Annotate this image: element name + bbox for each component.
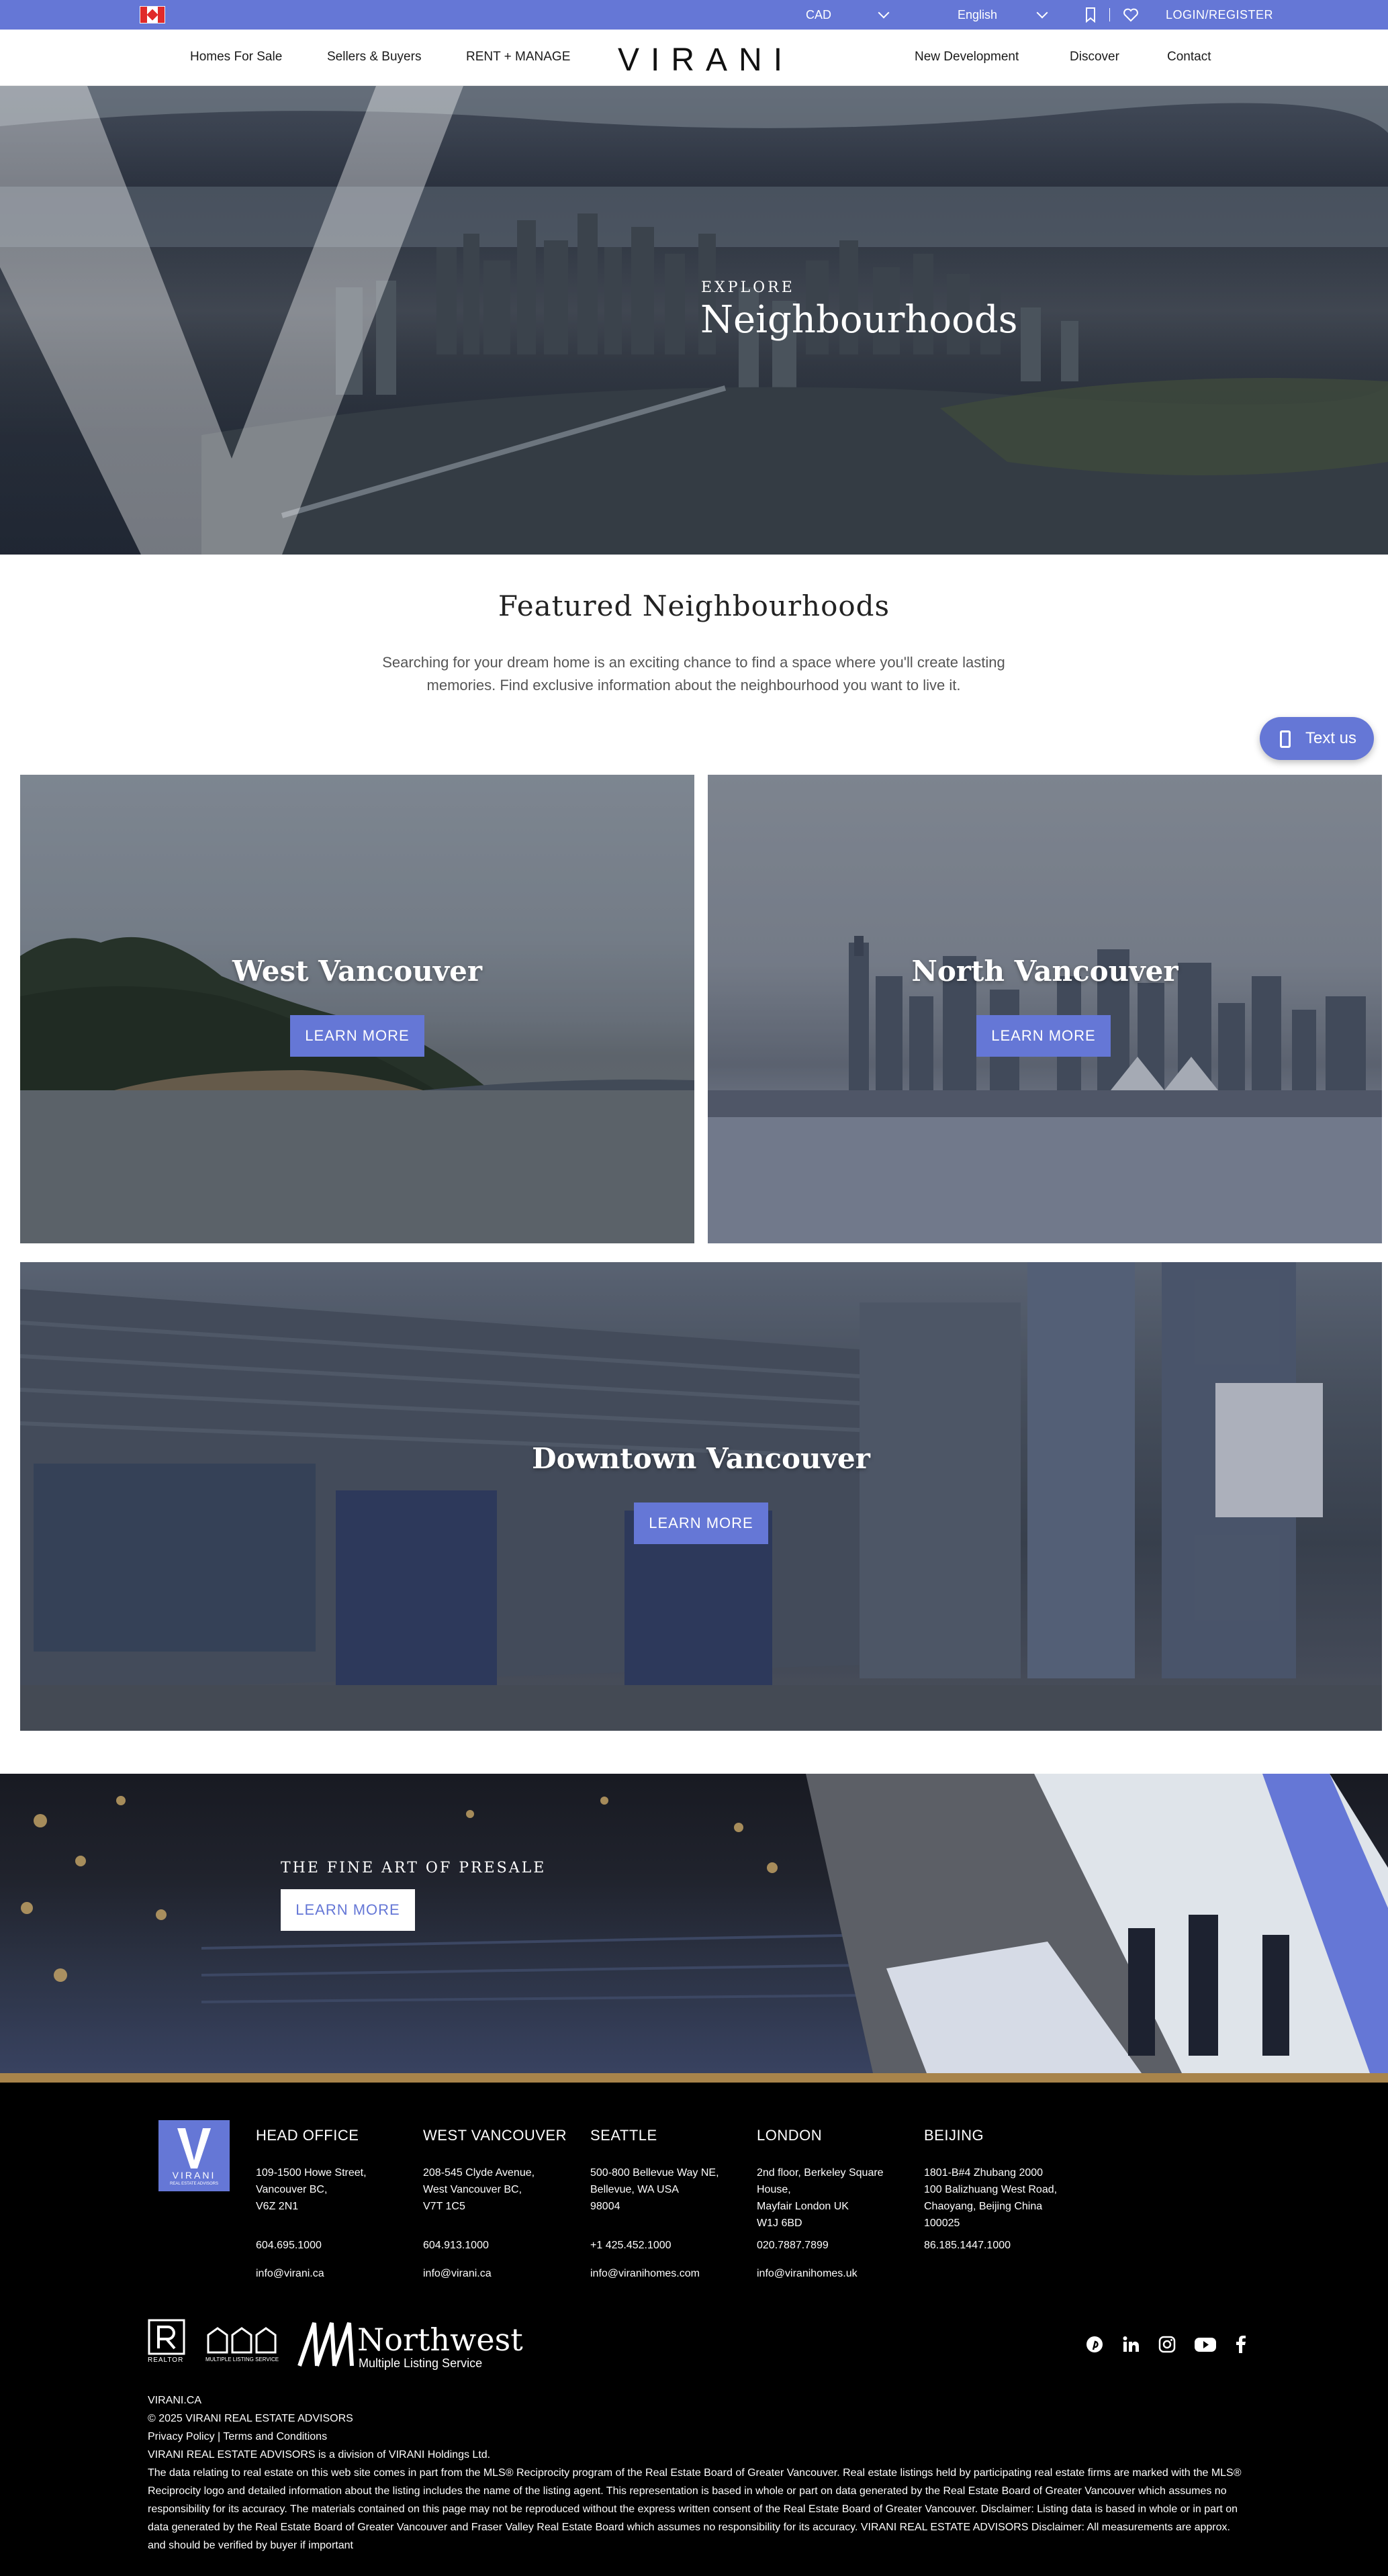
office-address: 208-545 Clyde Avenue, West Vancouver BC, V… xyxy=(423,2167,535,2212)
office-head: HEAD OFFICE 109-1500 Howe Street, Vancouv… xyxy=(256,2127,404,2280)
v-brand-graphic xyxy=(0,86,463,555)
office-email[interactable]: info@viranihomes.uk xyxy=(757,2268,905,2280)
office-title: WEST VANCOUVER xyxy=(423,2127,567,2144)
learn-more-button[interactable]: LEARN MORE xyxy=(290,1015,424,1057)
presale-image xyxy=(21,1774,1388,2073)
division-note: VIRANI REAL ESTATE ADVISORS is a divisio… xyxy=(148,2449,491,2461)
youtube-icon[interactable] xyxy=(1194,2335,1217,2354)
featured-title: Featured Neighbourhoods xyxy=(498,589,890,622)
mls-disclaimer: The data relating to real estate on this… xyxy=(148,2467,1242,2551)
presale-eyebrow: THE FINE ART OF PRESALE xyxy=(281,1860,547,1876)
northwest-mls-icon xyxy=(297,2322,354,2367)
office-title: LONDON xyxy=(757,2127,823,2144)
privacy-terms-links[interactable]: Privacy Policy | Terms and Conditions xyxy=(148,2428,1249,2446)
tile-title: West Vancouver xyxy=(232,955,482,988)
chevron-down-icon xyxy=(878,7,890,19)
tile-west-vancouver[interactable]: West Vancouver LEARN MORE xyxy=(20,775,694,1243)
office-phone[interactable]: 604.695.1000 xyxy=(256,2240,404,2252)
office-email[interactable]: info@viranihomes.com xyxy=(590,2268,738,2280)
pinterest-icon[interactable] xyxy=(1085,2335,1104,2354)
mls-label: MULTIPLE LISTING SERVICE xyxy=(205,2356,279,2363)
v-logo-icon xyxy=(177,2128,211,2168)
tile-downtown-vancouver[interactable]: Downtown Vancouver LEARN MORE xyxy=(20,1262,1382,1731)
learn-more-button[interactable]: LEARN MORE xyxy=(634,1502,768,1544)
footer-logo-sub: REAL ESTATE ADVISORS xyxy=(170,2182,218,2186)
main-nav: Homes For Sale Sellers & Buyers RENT + M… xyxy=(0,30,1388,86)
nav-item-discover[interactable]: Discover xyxy=(1070,50,1119,64)
office-email[interactable]: info@virani.ca xyxy=(256,2268,404,2280)
nav-item-new-development[interactable]: New Development xyxy=(915,50,1019,64)
learn-more-button[interactable]: LEARN MORE xyxy=(976,1015,1111,1057)
nav-item-rent-manage[interactable]: RENT + MANAGE xyxy=(466,50,570,64)
northwest-title: Northwest xyxy=(357,2322,523,2358)
language-value: English xyxy=(958,8,998,21)
bookmark-icon[interactable] xyxy=(1081,5,1100,24)
office-phone[interactable]: 020.7887.7899 xyxy=(757,2240,905,2252)
text-us-button[interactable]: Text us xyxy=(1260,717,1374,760)
language-select[interactable]: English xyxy=(958,6,1052,23)
tile-title: Downtown Vancouver xyxy=(532,1442,870,1475)
footer-logo[interactable]: VIRANI REAL ESTATE ADVISORS xyxy=(158,2120,230,2191)
office-email[interactable]: info@virani.ca xyxy=(423,2268,571,2280)
mls-logo-icon xyxy=(207,2327,277,2354)
canada-flag-icon[interactable] xyxy=(140,6,165,23)
office-title: HEAD OFFICE xyxy=(256,2127,359,2144)
linkedin-icon[interactable] xyxy=(1121,2335,1140,2354)
presale-learn-more-button[interactable]: LEARN MORE xyxy=(281,1889,415,1931)
office-london: LONDON 2nd floor, Berkeley Square House, M… xyxy=(757,2127,905,2280)
office-seattle: SEATTLE 500-800 Bellevue Way NE, Bellevue… xyxy=(590,2127,738,2280)
office-phone[interactable]: +1 425.452.1000 xyxy=(590,2240,738,2252)
office-phone[interactable]: 604.913.1000 xyxy=(423,2240,571,2252)
instagram-icon[interactable] xyxy=(1158,2335,1176,2354)
office-title: BEIJING xyxy=(924,2127,984,2144)
login-register-link[interactable]: LOGIN/REGISTER xyxy=(1166,6,1273,23)
footer-logo-text: VIRANI xyxy=(172,2170,216,2181)
text-us-label: Text us xyxy=(1305,729,1357,747)
presale-banner: THE FINE ART OF PRESALE LEARN MORE xyxy=(0,1774,1388,2073)
facebook-icon[interactable] xyxy=(1232,2335,1250,2354)
legal-block: VIRANI.CA © 2025 VIRANI REAL ESTATE ADVI… xyxy=(148,2391,1249,2555)
top-utility-bar: CAD English LOGIN/REGISTER xyxy=(0,0,1388,30)
nav-item-contact[interactable]: Contact xyxy=(1167,50,1211,64)
chevron-down-icon xyxy=(1036,7,1048,19)
site-domain[interactable]: VIRANI.CA xyxy=(148,2391,1249,2410)
office-address: 109-1500 Howe Street, Vancouver BC, V6Z 2N… xyxy=(256,2167,367,2212)
hero-eyebrow: EXPLORE xyxy=(701,279,795,296)
office-address: 1801-B#4 Zhubang 2000 100 Balizhuang West… xyxy=(924,2167,1058,2229)
office-address: 2nd floor, Berkeley Square House, Mayfair … xyxy=(757,2167,884,2229)
realtor-label: REALTOR xyxy=(148,2356,184,2364)
currency-value: CAD xyxy=(806,8,832,21)
copyright: © 2025 VIRANI REAL ESTATE ADVISORS xyxy=(148,2413,353,2424)
office-west-vancouver: WEST VANCOUVER 208-545 Clyde Avenue, West… xyxy=(423,2127,571,2280)
tile-north-vancouver[interactable]: North Vancouver LEARN MORE xyxy=(708,775,1382,1243)
featured-description: Searching for your dream home is an exci… xyxy=(382,654,1005,694)
virani-logo[interactable]: VIRANI xyxy=(618,42,786,79)
office-beijing: BEIJING 1801-B#4 Zhubang 2000 100 Balizhu… xyxy=(924,2127,1072,2252)
nav-item-homes-for-sale[interactable]: Homes For Sale xyxy=(190,50,282,64)
currency-select[interactable]: CAD xyxy=(806,6,893,23)
hero-banner: EXPLORE Neighbourhoods xyxy=(0,86,1388,555)
divider xyxy=(1109,8,1110,21)
gold-divider xyxy=(0,2073,1388,2083)
nav-item-sellers-buyers[interactable]: Sellers & Buyers xyxy=(327,50,421,64)
phone-icon xyxy=(1280,730,1291,748)
northwest-sub: Multiple Listing Service xyxy=(359,2356,483,2370)
office-address: 500-800 Bellevue Way NE, Bellevue, WA USA… xyxy=(590,2167,719,2212)
tile-title: North Vancouver xyxy=(911,955,1178,988)
heart-icon[interactable] xyxy=(1121,5,1140,24)
footer: VIRANI REAL ESTATE ADVISORS HEAD OFFICE … xyxy=(0,2083,1388,2576)
office-title: SEATTLE xyxy=(590,2127,657,2144)
office-phone[interactable]: 86.185.1447.1000 xyxy=(924,2240,1072,2252)
hero-title: Neighbourhoods xyxy=(700,298,1018,342)
